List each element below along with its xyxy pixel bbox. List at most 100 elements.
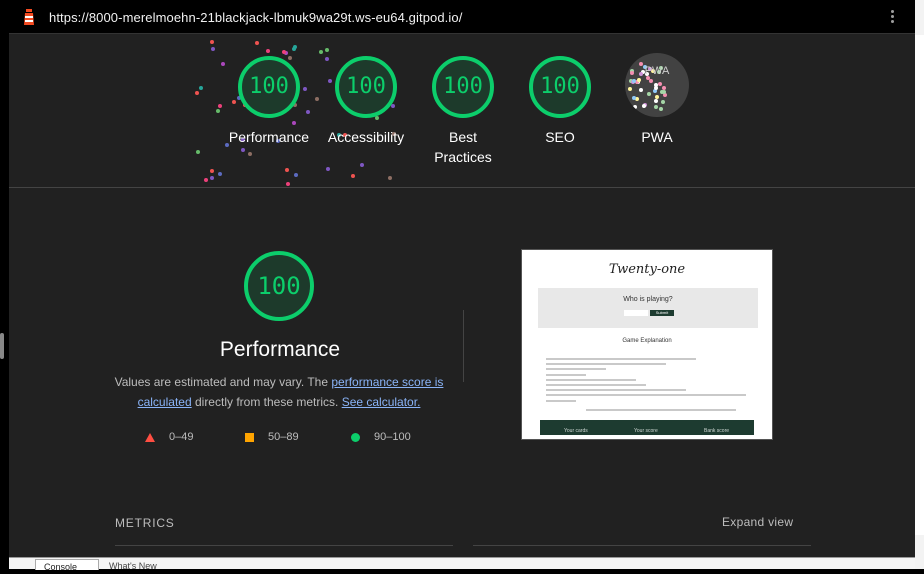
screenshot-input [624,310,648,316]
confetti-dot [360,163,365,168]
gauge-label: Best Practices [434,129,492,165]
pwa-sparkle-dot [661,90,666,95]
confetti-dot [351,174,356,179]
pwa-sparkle-dot [654,105,659,110]
legend-average: 50–89 [245,429,299,445]
screenshot-text-line [546,389,686,392]
pwa-sparkle-dot [636,77,641,82]
gauge-label: SEO [545,129,575,145]
performance-title: Performance [219,338,341,361]
confetti-dot [209,175,214,180]
gauge-score: 100 [540,74,580,99]
gauge-best-practices[interactable]: 100 Best Practices [415,55,511,167]
confetti-dot [387,176,392,181]
gauge-score: 100 [443,74,483,99]
right-window-edge [915,0,924,569]
pwa-sparkle-dot [628,86,633,91]
pwa-sparkle-dot [631,95,636,100]
confetti-dot [293,172,298,177]
kebab-menu-icon[interactable] [891,10,895,26]
screenshot-player-box: Who is playing? Submit [538,288,758,328]
tab-whats-new[interactable]: What's New [109,559,157,573]
legend-fail: 0–49 [145,429,193,445]
confetti-dot [265,48,270,53]
report-url-bar: https://8000-merelmoehn-21blackjack-lbmu… [9,0,915,34]
pwa-sparkle-dot [658,106,663,111]
fail-triangle-icon [145,432,155,442]
screenshot-footer: Your cards Your score Bank score [540,420,754,435]
confetti-dot [241,148,246,153]
expand-view-toggle[interactable]: Expand view [722,515,793,529]
screenshot-text-line [546,399,576,402]
screenshot-text-line [546,373,586,376]
confetti-dot [248,151,253,156]
final-screenshot[interactable]: Twenty-one Who is playing? Submit Game E… [521,249,773,440]
screenshot-text-line [546,394,746,397]
pwa-sparkle-dot [646,92,651,97]
lighthouse-icon [24,9,34,25]
performance-score: 100 [257,272,301,300]
see-calculator-link[interactable]: See calculator. [342,395,421,409]
confetti-dot [195,90,200,95]
pwa-sparkle-dot [655,94,660,99]
pwa-sparkle-dot [658,82,663,87]
confetti-dot [198,85,203,90]
report-url[interactable]: https://8000-merelmoehn-21blackjack-lbmu… [49,10,462,25]
screenshot-subtitle: Game Explanation [622,338,672,344]
screenshot-text-line [546,384,646,386]
legend-range: 90–100 [374,431,411,443]
pwa-sparkle-dot [653,86,658,91]
footer-label: Bank score [704,428,730,434]
pwa-badge-text: PWA [644,65,670,77]
confetti-dot [285,182,290,187]
confetti-dot [318,49,323,54]
divider [473,545,811,546]
pwa-sparkle-dot [648,79,653,84]
footer-label: Your score [634,428,658,434]
gauge-accessibility[interactable]: 100 Accessibility [318,55,414,147]
gauge-score: 100 [346,74,386,99]
resize-handle[interactable] [0,333,4,359]
tab-console[interactable]: Console [35,559,99,572]
pass-circle-icon [351,432,360,442]
pwa-sparkle-dot [642,103,647,108]
confetti-dot [209,168,214,173]
legend-range: 0–49 [169,431,194,443]
screenshot-text-line [546,363,666,366]
gauge-pwa[interactable]: PWA PWA [609,53,705,147]
divider [115,545,453,546]
legend-pass: 90–100 [351,429,411,445]
category-gauges: 100 Performance 100 Accessibility 100 Be… [9,35,915,188]
confetti-dot [254,41,259,46]
devtools-drawer-tabs: Console What's New [9,557,915,572]
pwa-sparkle-dot [639,87,644,92]
pwa-badge-icon: PWA [625,53,689,117]
performance-description: Values are estimated and may vary. The p… [112,372,446,412]
confetti-dot [285,167,290,172]
legend-range: 50–89 [268,431,299,443]
screenshot-text-line [546,368,606,371]
confetti-dot [195,150,200,155]
desc-text: directly from these metrics. [191,395,342,409]
confetti-dot [325,48,330,53]
screenshot-text-line [546,378,636,381]
confetti-dot [326,167,331,172]
performance-score-gauge: 100 [243,250,315,322]
gauge-score: 100 [249,74,289,99]
gauge-performance[interactable]: 100 Performance [221,55,317,147]
gauge-label: Accessibility [327,129,405,145]
confetti-dot [210,40,215,45]
pwa-sparkle-dot [632,105,637,110]
gauge-seo[interactable]: 100 SEO [512,55,608,147]
screenshot-question: Who is playing? [623,296,673,303]
confetti-dot [210,47,215,52]
confetti-dot [204,177,208,182]
metrics-heading: METRICS [115,516,175,530]
screenshot-title: Twenty-one [608,262,686,277]
confetti-dot [215,108,220,113]
pwa-sparkle-dot [661,99,666,104]
screenshot-submit: Submit [650,310,674,316]
screenshot-text-line [546,358,696,360]
divider [463,310,464,382]
gauge-label: Performance [228,129,310,145]
